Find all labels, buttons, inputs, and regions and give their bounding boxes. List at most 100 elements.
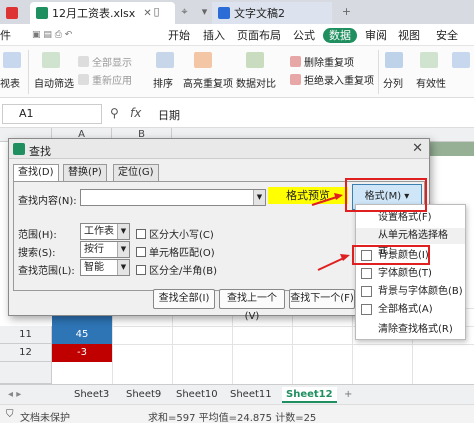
row-header-11[interactable]: 11 xyxy=(0,326,52,344)
protection-status[interactable]: 文档未保护 xyxy=(20,409,70,423)
row-header-empty[interactable] xyxy=(0,362,52,384)
from-cell-header: 从单元格选择格式： xyxy=(356,228,465,257)
document-icon xyxy=(218,7,230,19)
sheet-tab-sheet10[interactable]: Sheet10 xyxy=(172,387,222,403)
font-color-item[interactable]: 字体颜色(T) xyxy=(356,265,465,282)
highlight-duplicates-button[interactable]: 高亮重复项 xyxy=(183,75,233,90)
add-sheet-icon[interactable]: + xyxy=(340,387,356,403)
find-icon xyxy=(13,143,25,155)
tab-document-label: 文字文稿2 xyxy=(234,7,285,20)
more-tools-icon[interactable] xyxy=(452,52,470,68)
data-compare-icon[interactable] xyxy=(246,52,264,68)
split-column-button[interactable]: 分列 xyxy=(383,75,403,90)
bg-font-color-item[interactable]: 背景与字体颜色(B) xyxy=(356,283,465,300)
title-bar: 12月工资表.xlsx ✕ ▯ ⌖ ▾ 文字文稿2 + xyxy=(0,0,474,24)
look-in-select[interactable]: 智能 ▼ xyxy=(80,259,130,276)
tab-find[interactable]: 查找(D) xyxy=(13,164,59,182)
menu-insert[interactable]: 插入 xyxy=(203,28,225,43)
show-all-button[interactable]: 全部显示 xyxy=(78,54,132,69)
find-all-button[interactable]: 查找全部(I) xyxy=(153,289,215,309)
selection-stats: 求和=597 平均值=24.875 计数=25 xyxy=(148,413,317,423)
data-compare-button[interactable]: 数据对比 xyxy=(236,75,276,90)
menu-data[interactable]: 数据 xyxy=(323,28,357,43)
new-tab-icon[interactable]: + xyxy=(340,5,353,18)
delete-duplicates-button[interactable]: 删除重复项 xyxy=(290,54,354,69)
filter-icon[interactable] xyxy=(42,52,60,68)
scope-label: 范围(H): xyxy=(18,230,57,241)
table-cell[interactable]: 45 xyxy=(52,326,112,344)
find-previous-button[interactable]: 查找上一个(V) xyxy=(219,289,285,322)
sort-icon[interactable] xyxy=(156,52,174,68)
find-input[interactable]: ▼ xyxy=(80,189,266,206)
sheet-nav-icons[interactable]: ◂ ▸ xyxy=(4,387,25,403)
spreadsheet-icon xyxy=(36,7,48,19)
chevron-down-icon[interactable]: ▼ xyxy=(117,224,129,239)
formula-bar: A1 ⚲ fx 日期 xyxy=(0,100,474,128)
app-icon xyxy=(6,7,18,19)
tab-document[interactable]: 文字文稿2 xyxy=(212,2,332,24)
look-in-label: 查找范围(L): xyxy=(18,266,75,277)
sort-button[interactable]: 排序 xyxy=(153,75,173,90)
dropdown-icon[interactable]: ▾ xyxy=(198,5,211,18)
autofilter-button[interactable]: 自动筛选 xyxy=(34,75,74,90)
search-label: 搜索(S): xyxy=(18,248,56,259)
zoom-icon[interactable]: ⚲ xyxy=(110,106,119,120)
validation-icon[interactable] xyxy=(420,52,438,68)
dialog-title-bar[interactable]: 查找 ✕ xyxy=(9,139,429,159)
menu-review[interactable]: 审阅 xyxy=(365,28,387,43)
ribbon: 视表 自动筛选 全部显示 重新应用 排序 高亮重复项 数据对比 删除重复项 拒绝… xyxy=(0,46,474,98)
format-dropdown-menu: 设置格式(F) 从单元格选择格式： 背景颜色(I) 字体颜色(T) 背景与字体颜… xyxy=(355,204,466,340)
split-column-icon[interactable] xyxy=(385,52,403,68)
fx-icon[interactable]: fx xyxy=(130,106,141,120)
home-tab[interactable] xyxy=(0,2,28,24)
menu-formula[interactable]: 公式 xyxy=(293,28,315,43)
sheet-tab-sheet11[interactable]: Sheet11 xyxy=(226,387,276,403)
menu-page-layout[interactable]: 页面布局 xyxy=(237,28,281,43)
sheet-tab-sheet3[interactable]: Sheet3 xyxy=(70,387,113,403)
location-icon[interactable]: ⌖ xyxy=(178,5,191,18)
tab-spreadsheet-label: 12月工资表.xlsx xyxy=(52,7,136,20)
menu-bar: 件 ▣ ▤ ⎙ ↶ 开始 插入 页面布局 公式 数据 审阅 视图 安全 xyxy=(0,24,474,46)
reapply-button[interactable]: 重新应用 xyxy=(78,72,132,87)
all-format-item[interactable]: 全部格式(A) xyxy=(356,301,465,318)
highlight-duplicates-icon[interactable] xyxy=(194,52,212,68)
pivot-table-icon[interactable] xyxy=(3,52,21,68)
sheet-tab-sheet9[interactable]: Sheet9 xyxy=(122,387,165,403)
find-label: 查找内容(N): xyxy=(18,196,77,207)
row-header-12[interactable]: 12 xyxy=(0,344,52,362)
phone-icon[interactable]: ▯ xyxy=(150,5,163,18)
format-preview: 格式预览 xyxy=(268,187,348,204)
menu-icons[interactable]: ▣ ▤ ⎙ ↶ xyxy=(32,28,72,43)
chevron-down-icon[interactable]: ▼ xyxy=(117,242,129,257)
tab-replace[interactable]: 替换(P) xyxy=(63,164,107,181)
close-icon[interactable]: ✕ xyxy=(412,141,423,156)
name-box[interactable]: A1 xyxy=(2,104,102,124)
protect-icon: ⛉ xyxy=(6,409,14,420)
clear-format-item[interactable]: 清除查找格式(R) xyxy=(356,321,465,338)
menu-security[interactable]: 安全 xyxy=(436,28,458,43)
match-width-checkbox[interactable]: 区分全/半角(B) xyxy=(136,262,217,277)
font-color-icon xyxy=(361,268,372,279)
find-next-button[interactable]: 查找下一个(F) xyxy=(289,289,355,309)
sheet-tab-sheet12[interactable]: Sheet12 xyxy=(282,387,337,403)
formula-content[interactable]: 日期 xyxy=(158,107,180,123)
tab-goto[interactable]: 定位(G) xyxy=(113,164,159,181)
annotation-box-format xyxy=(345,178,427,212)
validation-button[interactable]: 有效性 xyxy=(416,75,446,90)
status-bar: ⛉ 文档未保护 求和=597 平均值=24.875 计数=25 xyxy=(0,404,474,423)
sheet-tab-bar: ◂ ▸ Sheet3 Sheet9 Sheet10 Sheet11 Sheet1… xyxy=(0,384,474,404)
match-cell-checkbox[interactable]: 单元格匹配(O) xyxy=(136,244,215,259)
search-select[interactable]: 按行 ▼ xyxy=(80,241,130,258)
chevron-down-icon[interactable]: ▼ xyxy=(117,260,129,275)
menu-view[interactable]: 视图 xyxy=(398,28,420,43)
match-case-checkbox[interactable]: 区分大小写(C) xyxy=(136,226,214,241)
chevron-down-icon[interactable]: ▼ xyxy=(253,190,265,205)
scope-select[interactable]: 工作表 ▼ xyxy=(80,223,130,240)
menu-file[interactable]: 件 xyxy=(0,28,11,43)
reject-duplicates-button[interactable]: 拒绝录入重复项 xyxy=(290,72,374,87)
pivot-table-label[interactable]: 视表 xyxy=(0,75,20,90)
dialog-title: 查找 xyxy=(29,145,51,158)
annotation-box-bg-color xyxy=(352,245,430,265)
table-cell[interactable]: -3 xyxy=(52,344,112,362)
menu-home[interactable]: 开始 xyxy=(168,28,190,43)
